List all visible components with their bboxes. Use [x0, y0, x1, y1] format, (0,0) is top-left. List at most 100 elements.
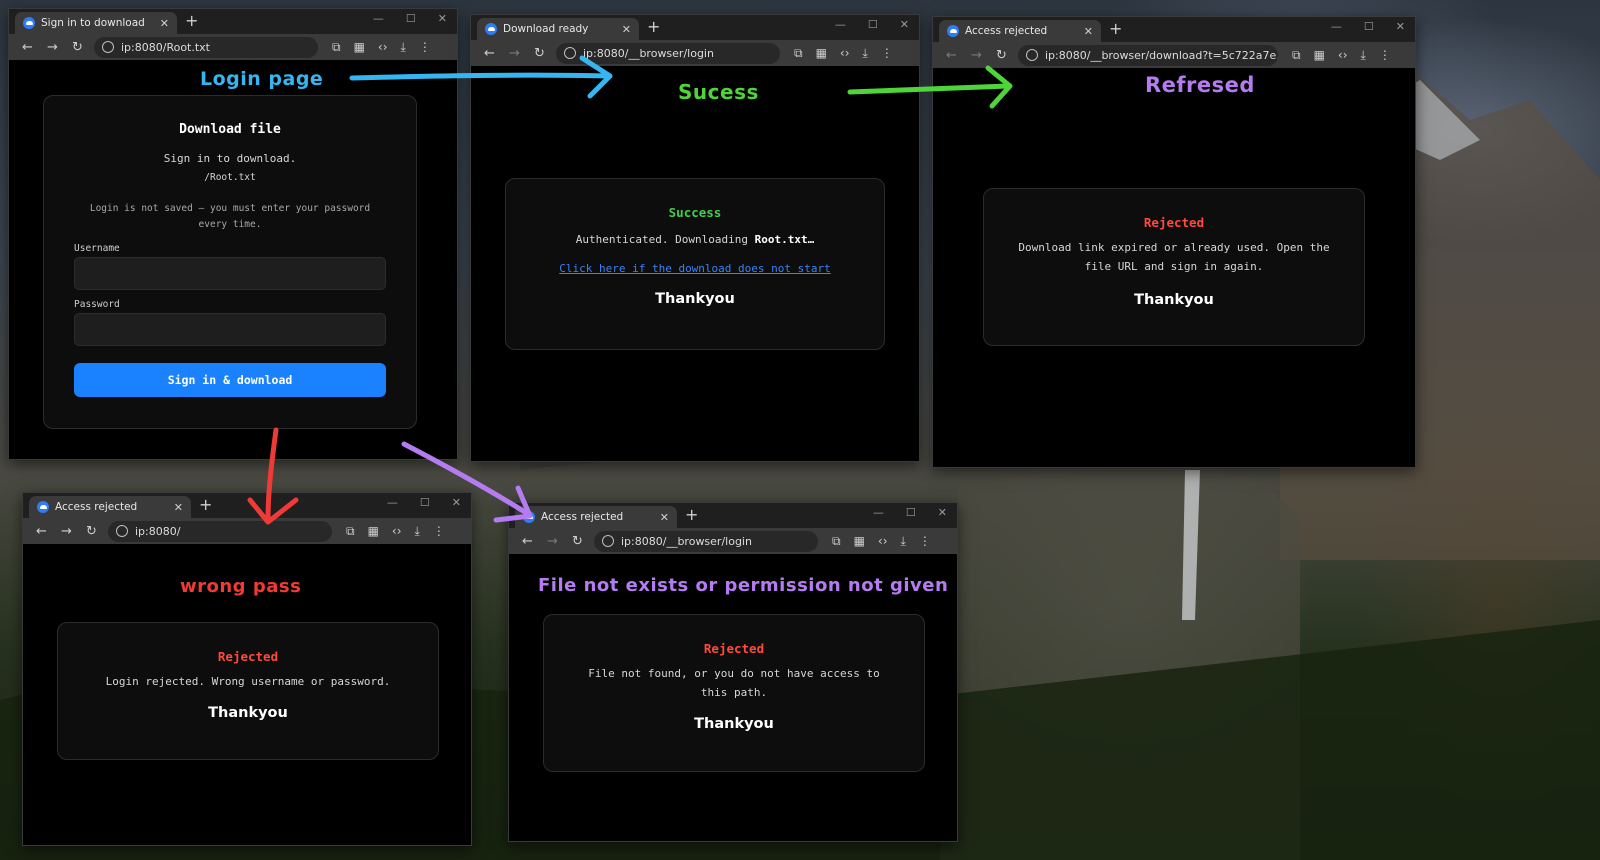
- grid-icon[interactable]: ▦: [368, 524, 379, 539]
- reload-icon[interactable]: ↻: [65, 40, 90, 55]
- grid-icon[interactable]: ▦: [816, 46, 827, 61]
- window-controls: — ☐ ✕: [873, 506, 947, 519]
- arrow-left-icon[interactable]: ←: [515, 534, 540, 549]
- arrow-left-icon[interactable]: ←: [477, 46, 502, 61]
- new-tab-icon[interactable]: +: [199, 495, 212, 514]
- tab-strip: Access rejected ✕ + — ☐ ✕: [509, 503, 957, 528]
- code-icon[interactable]: ‹›: [378, 40, 388, 55]
- password-label: Password: [74, 299, 120, 310]
- sign-in-download-button[interactable]: Sign in & download: [74, 363, 386, 397]
- arrow-left-icon[interactable]: ←: [15, 40, 40, 55]
- tab-access-rejected[interactable]: Access rejected ✕: [29, 496, 191, 518]
- cloud-favicon-icon: [485, 23, 497, 35]
- status-message: File not found, or you do not have acces…: [588, 667, 880, 699]
- kebab-menu-icon[interactable]: ⋮: [433, 524, 445, 539]
- thanks-text: Thankyou: [694, 716, 774, 732]
- tab-strip: Download ready ✕ + — ☐ ✕: [471, 15, 919, 40]
- reload-icon[interactable]: ↻: [989, 48, 1014, 63]
- code-icon[interactable]: ‹›: [1338, 48, 1348, 63]
- grid-icon[interactable]: ▦: [354, 40, 365, 55]
- code-icon[interactable]: ‹›: [878, 534, 888, 549]
- tab-access-rejected[interactable]: Access rejected ✕: [939, 20, 1101, 42]
- code-icon[interactable]: ‹›: [392, 524, 402, 539]
- maximize-icon[interactable]: ☐: [420, 496, 430, 509]
- download-icon[interactable]: ⤓: [901, 534, 906, 549]
- maximize-icon[interactable]: ☐: [1364, 20, 1374, 33]
- reload-icon[interactable]: ↻: [79, 524, 104, 539]
- download-icon[interactable]: ⤓: [415, 524, 420, 539]
- close-window-icon[interactable]: ✕: [900, 18, 909, 31]
- new-tab-icon[interactable]: +: [185, 11, 198, 30]
- tab-title: Access rejected: [55, 501, 138, 513]
- minimize-icon[interactable]: —: [373, 12, 384, 25]
- new-tab-icon[interactable]: +: [647, 17, 660, 36]
- maximize-icon[interactable]: ☐: [406, 12, 416, 25]
- puzzle-icon[interactable]: ⧉: [1292, 48, 1301, 63]
- kebab-menu-icon[interactable]: ⋮: [419, 40, 431, 55]
- arrow-right-icon[interactable]: →: [40, 40, 65, 55]
- grid-icon[interactable]: ▦: [1314, 48, 1325, 63]
- site-info-icon[interactable]: [116, 525, 128, 537]
- close-tab-icon[interactable]: ✕: [660, 511, 669, 524]
- password-field[interactable]: [74, 313, 386, 346]
- close-window-icon[interactable]: ✕: [938, 506, 947, 519]
- download-icon[interactable]: ⤓: [863, 46, 868, 61]
- kebab-menu-icon[interactable]: ⋮: [1379, 48, 1391, 63]
- minimize-icon[interactable]: —: [387, 496, 398, 509]
- cloud-favicon-icon: [23, 17, 35, 29]
- minimize-icon[interactable]: —: [873, 506, 884, 519]
- puzzle-icon[interactable]: ⧉: [832, 534, 841, 549]
- maximize-icon[interactable]: ☐: [868, 18, 878, 31]
- browser-toolbar: ← → ↻ ip:8080/__browser/login ⧉ ▦ ‹› ⤓ ⋮: [509, 528, 957, 554]
- tab-access-rejected[interactable]: Access rejected ✕: [515, 506, 677, 528]
- status-message: Authenticated. Downloading Root.txt…: [506, 230, 884, 249]
- code-icon[interactable]: ‹›: [840, 46, 850, 61]
- tab-download-ready[interactable]: Download ready ✕: [477, 18, 639, 40]
- address-bar[interactable]: ip:8080/__browser/download?t=5c722a7e...: [1018, 44, 1278, 66]
- address-bar[interactable]: ip:8080/Root.txt: [94, 36, 318, 58]
- close-tab-icon[interactable]: ✕: [1084, 25, 1093, 38]
- download-icon[interactable]: ⤓: [1361, 48, 1366, 63]
- close-window-icon[interactable]: ✕: [438, 12, 447, 25]
- puzzle-icon[interactable]: ⧉: [332, 40, 341, 55]
- close-tab-icon[interactable]: ✕: [160, 17, 169, 30]
- download-icon[interactable]: ⤓: [401, 40, 406, 55]
- arrow-left-icon[interactable]: ←: [939, 48, 964, 63]
- username-field[interactable]: [74, 257, 386, 290]
- close-tab-icon[interactable]: ✕: [174, 501, 183, 514]
- puzzle-icon[interactable]: ⧉: [346, 524, 355, 539]
- minimize-icon[interactable]: —: [1331, 20, 1342, 33]
- thanks-text: Thankyou: [1134, 292, 1214, 308]
- site-info-icon[interactable]: [564, 47, 576, 59]
- arrow-right-icon[interactable]: →: [54, 524, 79, 539]
- reload-icon[interactable]: ↻: [565, 534, 590, 549]
- minimize-icon[interactable]: —: [835, 18, 846, 31]
- grid-icon[interactable]: ▦: [854, 534, 865, 549]
- address-bar[interactable]: ip:8080/__browser/login: [594, 530, 818, 552]
- new-tab-icon[interactable]: +: [1109, 19, 1122, 38]
- address-bar[interactable]: ip:8080/: [108, 520, 332, 542]
- username-label: Username: [74, 243, 120, 254]
- tab-sign-in[interactable]: Sign in to download ✕: [15, 12, 177, 34]
- arrow-left-icon[interactable]: ←: [29, 524, 54, 539]
- new-tab-icon[interactable]: +: [685, 505, 698, 524]
- arrow-right-icon[interactable]: →: [964, 48, 989, 63]
- annotation-login-page: Login page: [200, 68, 324, 90]
- maximize-icon[interactable]: ☐: [906, 506, 916, 519]
- kebab-menu-icon[interactable]: ⋮: [919, 534, 931, 549]
- site-info-icon[interactable]: [102, 41, 114, 53]
- manual-download-link[interactable]: Click here if the download does not star…: [506, 262, 884, 275]
- kebab-menu-icon[interactable]: ⋮: [881, 46, 893, 61]
- site-info-icon[interactable]: [1026, 49, 1038, 61]
- close-window-icon[interactable]: ✕: [1396, 20, 1405, 33]
- address-bar[interactable]: ip:8080/__browser/login: [556, 42, 780, 64]
- status-message: Login rejected. Wrong username or passwo…: [105, 675, 391, 688]
- puzzle-icon[interactable]: ⧉: [794, 46, 803, 61]
- arrow-right-icon[interactable]: →: [540, 534, 565, 549]
- reload-icon[interactable]: ↻: [527, 46, 552, 61]
- toolbar-actions: ⧉ ▦ ‹› ⤓ ⋮: [832, 534, 931, 549]
- close-window-icon[interactable]: ✕: [452, 496, 461, 509]
- site-info-icon[interactable]: [602, 535, 614, 547]
- arrow-right-icon[interactable]: →: [502, 46, 527, 61]
- close-tab-icon[interactable]: ✕: [622, 23, 631, 36]
